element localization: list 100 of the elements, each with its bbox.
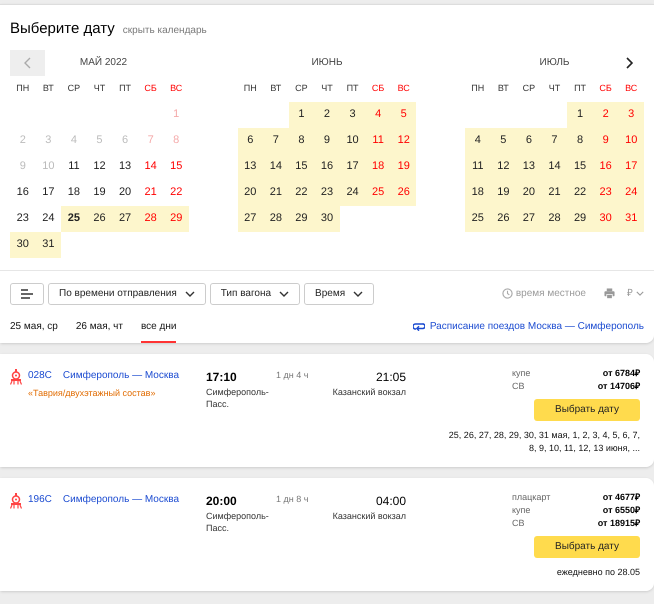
calendar-day[interactable]: 1 [288, 102, 314, 128]
calendar-day: 23 [10, 206, 36, 232]
calendar-day[interactable]: 13 [238, 154, 264, 180]
calendar-day[interactable]: 28 [542, 206, 568, 232]
calendar-day[interactable]: 3 [340, 102, 366, 128]
calendar-day[interactable]: 29 [567, 206, 593, 232]
calendar-day[interactable]: 10 [618, 128, 644, 154]
calendar-day[interactable]: 30 [314, 206, 340, 232]
calendar-day[interactable]: 11 [365, 128, 391, 154]
calendar-day: 24 [36, 206, 62, 232]
calendar-day[interactable]: 26 [86, 206, 112, 232]
calendar-day[interactable]: 31 [36, 232, 62, 258]
calendar-day[interactable]: 3 [618, 102, 644, 128]
calendar-day[interactable]: 20 [238, 180, 264, 206]
weekday-label: ВС [169, 82, 184, 95]
calendar-day[interactable]: 1 [567, 102, 593, 128]
calendar-day[interactable]: 27 [112, 206, 138, 232]
calendar-day[interactable]: 15 [567, 154, 593, 180]
calendar-day[interactable]: 30 [10, 232, 36, 258]
calendar-day[interactable]: 20 [516, 180, 542, 206]
day-tab[interactable]: 25 мая, ср [10, 318, 58, 342]
calendar-day[interactable]: 18 [465, 180, 491, 206]
calendar-day[interactable]: 17 [618, 154, 644, 180]
calendar-day[interactable]: 25 [465, 206, 491, 232]
calendar-day[interactable]: 26 [390, 180, 416, 206]
calendar-day[interactable]: 27 [516, 206, 542, 232]
calendar-day[interactable]: 7 [542, 128, 568, 154]
train-number[interactable]: 196С [28, 492, 52, 506]
calendar-day[interactable]: 25 [365, 180, 391, 206]
weekday-label: СР [522, 82, 536, 95]
train-brand: «Таврия/двухэтажный состав» [28, 386, 156, 400]
calendar-day[interactable]: 30 [592, 206, 618, 232]
calendar-day[interactable]: 11 [465, 154, 491, 180]
sort-menu-button[interactable] [10, 282, 44, 304]
calendar-day[interactable]: 5 [390, 102, 416, 128]
calendar-day[interactable]: 24 [618, 180, 644, 206]
calendar-day[interactable]: 23 [592, 180, 618, 206]
calendar-day[interactable]: 29 [163, 206, 189, 232]
calendar-day: 13 [112, 154, 138, 180]
calendar-day[interactable]: 29 [288, 206, 314, 232]
calendar-day[interactable]: 9 [592, 128, 618, 154]
calendar-day[interactable]: 26 [490, 206, 516, 232]
calendar-day[interactable]: 18 [365, 154, 391, 180]
duration: 1 дн 4 ч [276, 368, 310, 382]
calendar-day[interactable]: 23 [314, 180, 340, 206]
calendar-day[interactable]: 19 [390, 154, 416, 180]
day-tab[interactable]: 26 мая, чт [76, 318, 123, 342]
calendar-day[interactable]: 2 [314, 102, 340, 128]
seat-price: от 14706₽ [598, 380, 640, 394]
calendar-day[interactable]: 2 [592, 102, 618, 128]
calendar-day[interactable]: 24 [340, 180, 366, 206]
calendar-day[interactable]: 21 [542, 180, 568, 206]
calendar-day[interactable]: 12 [390, 128, 416, 154]
day-tab[interactable]: все дни [140, 318, 176, 342]
calendar-day[interactable]: 9 [314, 128, 340, 154]
calendar-day: 2 [10, 128, 36, 154]
weekday-label: ЧТ [320, 82, 334, 95]
sort-dropdown[interactable]: По времени отправления [48, 282, 206, 304]
calendar-day[interactable]: 28 [138, 206, 164, 232]
calendar-day[interactable]: 27 [238, 206, 264, 232]
calendar-day[interactable]: 10 [340, 128, 366, 154]
month-title: ИЮЛЬ [540, 56, 570, 70]
train-number[interactable]: 028С [28, 368, 52, 382]
calendar-day[interactable]: 17 [340, 154, 366, 180]
calendar-day[interactable]: 22 [567, 180, 593, 206]
calendar-day[interactable]: 16 [592, 154, 618, 180]
choose-date-button[interactable]: Выбрать дату [534, 536, 640, 558]
calendar-day[interactable]: 7 [263, 128, 289, 154]
hide-calendar-link[interactable]: скрыть календарь [122, 23, 207, 38]
chevron-right-icon [625, 56, 633, 68]
calendar-day[interactable]: 12 [490, 154, 516, 180]
printer-icon [604, 288, 615, 299]
calendar-day[interactable]: 8 [567, 128, 593, 154]
route-link[interactable]: Симферополь — Москва [62, 492, 179, 506]
print-button[interactable] [604, 288, 615, 299]
calendar-day[interactable]: 25 [61, 206, 87, 232]
route-link[interactable]: Симферополь — Москва [62, 368, 179, 382]
calendar-day[interactable]: 4 [465, 128, 491, 154]
filter-dropdown[interactable]: Время [304, 282, 374, 304]
calendar-day[interactable]: 31 [618, 206, 644, 232]
calendar-day[interactable]: 5 [490, 128, 516, 154]
choose-date-button[interactable]: Выбрать дату [534, 398, 640, 420]
calendar-day[interactable]: 14 [542, 154, 568, 180]
schedule-link[interactable]: Расписание поездов Москва — Симферополь [412, 318, 644, 342]
calendar-day[interactable]: 6 [516, 128, 542, 154]
calendar-day[interactable]: 14 [263, 154, 289, 180]
calendar-day[interactable]: 22 [288, 180, 314, 206]
calendar-day[interactable]: 4 [365, 102, 391, 128]
calendar-day[interactable]: 16 [314, 154, 340, 180]
calendar-day[interactable]: 13 [516, 154, 542, 180]
calendar-day[interactable]: 28 [263, 206, 289, 232]
train-icon [10, 492, 22, 508]
calendar-day[interactable]: 8 [288, 128, 314, 154]
filter-dropdown[interactable]: Тип вагона [210, 282, 300, 304]
calendar-day[interactable]: 21 [263, 180, 289, 206]
seat-class: СВ [512, 380, 525, 394]
calendar-day: 10 [36, 154, 62, 180]
calendar-day[interactable]: 19 [490, 180, 516, 206]
calendar-day[interactable]: 15 [288, 154, 314, 180]
calendar-day[interactable]: 6 [238, 128, 264, 154]
